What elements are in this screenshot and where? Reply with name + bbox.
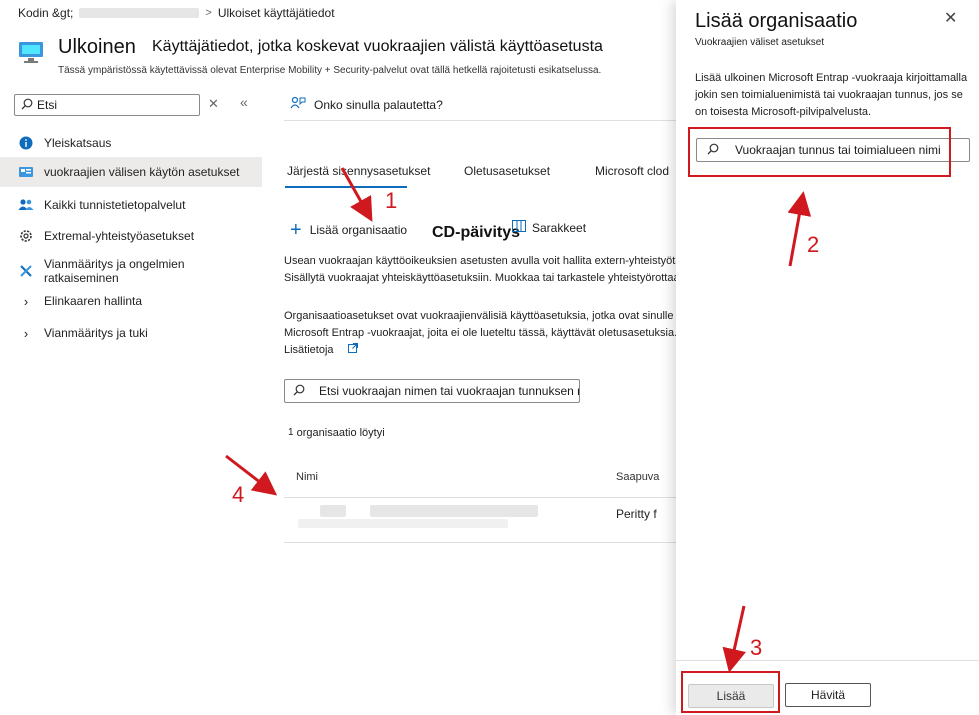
panel-title: Lisää organisaatio <box>695 10 858 32</box>
result-count: 1 organisaatio löytyi <box>288 427 385 439</box>
sidebar-item-support[interactable]: › Vianmääritys ja tuki <box>0 318 262 348</box>
feedback-link[interactable]: Onko sinulla palautetta? <box>290 96 443 113</box>
close-icon[interactable]: ✕ <box>944 8 957 28</box>
org-line-2: Microsoft Entrap -vuokraajat, joita ei o… <box>284 327 678 339</box>
panel-subtitle: Vuokraajien väliset asetukset <box>695 37 825 48</box>
chevron-right-icon: › <box>23 325 29 341</box>
breadcrumb-current: Ulkoiset käyttäjätiedot <box>217 6 335 20</box>
org-settings-paragraph: Organisaatioasetukset ovat vuokraajienvä… <box>284 308 718 359</box>
external-link-icon[interactable] <box>347 342 358 359</box>
sidebar-item-troubleshoot[interactable]: Vianmääritys ja ongelmien ratkaiseminen <box>0 256 262 286</box>
divider <box>284 120 676 121</box>
annotation-box-add <box>681 671 780 713</box>
sidebar-item-label: Extremal-yhteistyöasetukset <box>44 229 195 243</box>
info-icon <box>18 135 34 151</box>
feedback-label: Onko sinulla palautetta? <box>314 97 443 112</box>
cd-update-label: CD-päivitys <box>432 224 521 241</box>
columns-button[interactable]: Sarakkeet <box>512 220 586 235</box>
settings-icon <box>18 164 34 180</box>
intro-line-1: Usean vuokraajan käyttöoikeuksien asetus… <box>284 255 682 267</box>
page-subtitle: Käyttäjätiedot, jotka koskevat vuokraaji… <box>152 38 603 55</box>
annotation-box-search <box>688 127 951 177</box>
redacted-id <box>298 519 508 528</box>
columns-label: Sarakkeet <box>532 220 587 235</box>
sidebar-item-lifecycle[interactable]: › Elinkaaren hallinta <box>0 286 262 316</box>
redacted-breadcrumb <box>79 8 200 18</box>
breadcrumb-home[interactable]: Kodin &gt; <box>18 6 73 20</box>
sidebar-item-label: Yleiskatsaus <box>44 136 112 150</box>
tab-microsoft-cloud[interactable]: Microsoft clod <box>595 164 669 178</box>
annotation-number-4: 4 <box>232 482 245 507</box>
chevron-right-icon: > <box>205 7 212 19</box>
add-organization-button[interactable]: + Lisää organisaatio <box>290 219 408 241</box>
org-line-1: Organisaatioasetukset ovat vuokraajienvä… <box>284 310 719 322</box>
redacted-name <box>370 505 538 517</box>
sidebar-item-label: vuokraajien välisen käytön asetukset <box>44 165 240 179</box>
tab-default-settings[interactable]: Oletusasetukset <box>464 164 550 178</box>
gear-icon <box>18 228 34 244</box>
result-count-number: 1 <box>288 427 294 438</box>
page-description: Tässä ympäristössä käytettävissä olevat … <box>58 65 602 76</box>
sidebar-item-label: Vianmääritys ja tuki <box>44 326 148 340</box>
table-header-divider <box>284 497 676 498</box>
panel-description: Lisää ulkoinen Microsoft Entrap -vuokraa… <box>695 72 968 118</box>
external-identities-icon <box>18 40 44 64</box>
sidebar-item-label: Elinkaaren hallinta <box>44 294 143 308</box>
feedback-icon <box>290 96 306 113</box>
redacted-name <box>320 505 346 517</box>
sidebar-search-input[interactable]: Etsi <box>14 94 200 116</box>
table-cell-inbound: Peritty f <box>616 507 657 521</box>
add-organization-label: Lisää organisaatio <box>309 223 408 237</box>
discard-button[interactable]: Hävitä <box>785 683 871 707</box>
clear-search-icon[interactable]: ✕ <box>208 96 219 112</box>
wrench-icon <box>18 263 34 279</box>
tab-organizational-settings[interactable]: Järjestä sisennysasetukset <box>287 164 430 178</box>
sidebar-item-cross-tenant-settings[interactable]: vuokraajien välisen käytön asetukset <box>0 157 262 187</box>
sidebar-item-overview[interactable]: Yleiskatsaus <box>0 128 262 158</box>
column-header-name[interactable]: Nimi <box>296 471 318 483</box>
intro-line-2: Sisällytä vuokraajat yhteiskäyttöasetuks… <box>284 272 680 284</box>
column-header-inbound[interactable]: Saapuva <box>616 471 659 483</box>
annotation-number-1: 1 <box>385 188 398 213</box>
annotation-number-3: 3 <box>750 635 763 660</box>
collapse-sidebar-icon[interactable]: « <box>240 94 248 110</box>
sidebar-item-collaboration-settings[interactable]: Extremal-yhteistyöasetukset <box>0 221 262 251</box>
footer-divider <box>676 660 979 661</box>
plus-icon: + <box>290 219 302 241</box>
intro-paragraph: Usean vuokraajan käyttöoikeuksien asetus… <box>284 253 681 287</box>
chevron-right-icon: › <box>23 293 29 309</box>
columns-icon <box>512 220 526 235</box>
tenant-search-input[interactable]: Etsi vuokraajan nimen tai vuokraajan tun… <box>284 379 580 403</box>
sidebar-search-value: Etsi <box>37 98 58 112</box>
sidebar-item-label: Vianmääritys ja ongelmien ratkaiseminen <box>43 257 185 285</box>
users-icon <box>18 197 34 213</box>
search-icon <box>293 384 305 399</box>
learn-more-link[interactable]: Lisätietoja <box>284 342 334 359</box>
tenant-search-placeholder: Etsi vuokraajan nimen tai vuokraajan tun… <box>319 384 579 398</box>
page-title: Ulkoinen <box>58 36 136 58</box>
breadcrumb: Kodin &gt; > Ulkoiset käyttäjätiedot <box>18 6 335 20</box>
sidebar-item-identity-providers[interactable]: Kaikki tunnistetietopalvelut <box>0 190 262 220</box>
add-organization-panel: Lisää organisaatio Vuokraajien väliset a… <box>676 0 979 715</box>
annotation-number-2: 2 <box>807 232 820 257</box>
search-icon <box>21 98 33 113</box>
table-row-divider <box>284 542 676 543</box>
result-count-text: organisaatio löytyi <box>296 427 385 439</box>
sidebar-item-label: Kaikki tunnistetietopalvelut <box>44 198 186 212</box>
